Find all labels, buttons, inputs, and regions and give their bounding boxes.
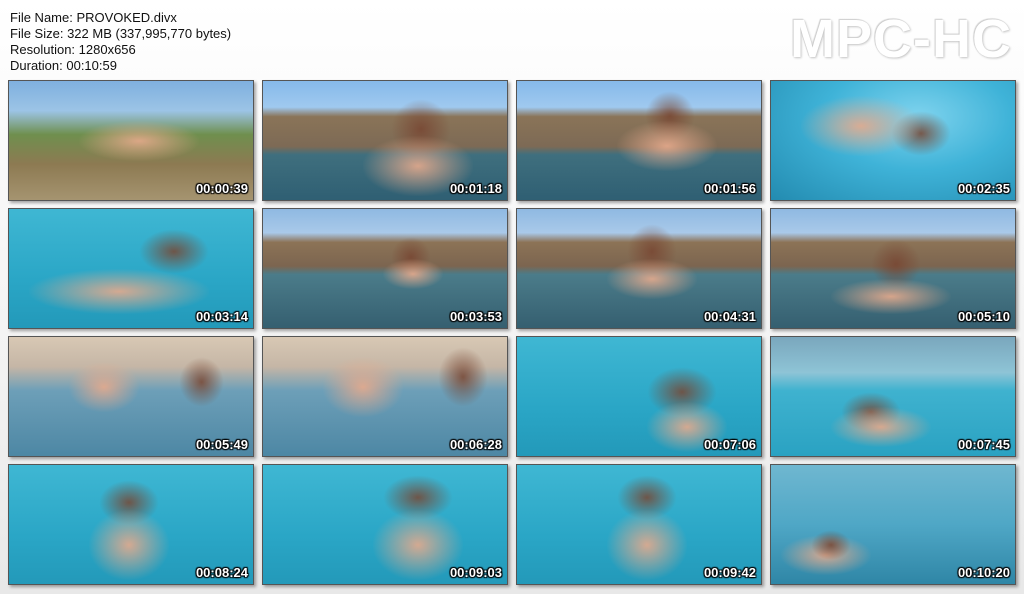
- timestamp: 00:10:20: [957, 565, 1010, 580]
- thumbnail[interactable]: 00:05:10: [770, 208, 1016, 329]
- timestamp: 00:06:28: [449, 437, 502, 452]
- thumbnail[interactable]: 00:09:42: [516, 464, 762, 585]
- thumbnail[interactable]: 00:03:53: [262, 208, 508, 329]
- thumbnail[interactable]: 00:08:24: [8, 464, 254, 585]
- timestamp: 00:03:53: [449, 309, 502, 324]
- thumbnail[interactable]: 00:07:06: [516, 336, 762, 457]
- timestamp: 00:00:39: [195, 181, 248, 196]
- thumbnail-grid: 00:00:39 00:01:18 00:01:56 00:02:35 00:0…: [8, 80, 1016, 585]
- thumbnail[interactable]: 00:01:18: [262, 80, 508, 201]
- timestamp: 00:09:42: [703, 565, 756, 580]
- thumbnail[interactable]: 00:01:56: [516, 80, 762, 201]
- timestamp: 00:05:49: [195, 437, 248, 452]
- timestamp: 00:09:03: [449, 565, 502, 580]
- thumbnail[interactable]: 00:07:45: [770, 336, 1016, 457]
- thumbnail[interactable]: 00:02:35: [770, 80, 1016, 201]
- file-name: File Name: PROVOKED.divx: [10, 10, 177, 25]
- timestamp: 00:08:24: [195, 565, 248, 580]
- thumbnail[interactable]: 00:06:28: [262, 336, 508, 457]
- thumbnail[interactable]: 00:05:49: [8, 336, 254, 457]
- timestamp: 00:02:35: [957, 181, 1010, 196]
- duration: Duration: 00:10:59: [10, 58, 117, 73]
- timestamp: 00:01:18: [449, 181, 502, 196]
- app-logo: MPC-HC: [790, 9, 1012, 69]
- resolution: Resolution: 1280x656: [10, 42, 136, 57]
- timestamp: 00:01:56: [703, 181, 756, 196]
- file-size: File Size: 322 MB (337,995,770 bytes): [10, 26, 232, 41]
- thumbnail[interactable]: 00:03:14: [8, 208, 254, 329]
- timestamp: 00:07:06: [703, 437, 756, 452]
- thumbnail[interactable]: 00:09:03: [262, 464, 508, 585]
- thumbnail[interactable]: 00:00:39: [8, 80, 254, 201]
- timestamp: 00:07:45: [957, 437, 1010, 452]
- thumbnail[interactable]: 00:04:31: [516, 208, 762, 329]
- file-info: File Name: PROVOKED.divx File Size: 322 …: [10, 10, 231, 74]
- timestamp: 00:03:14: [195, 309, 248, 324]
- thumbnail[interactable]: 00:10:20: [770, 464, 1016, 585]
- timestamp: 00:04:31: [703, 309, 756, 324]
- timestamp: 00:05:10: [957, 309, 1010, 324]
